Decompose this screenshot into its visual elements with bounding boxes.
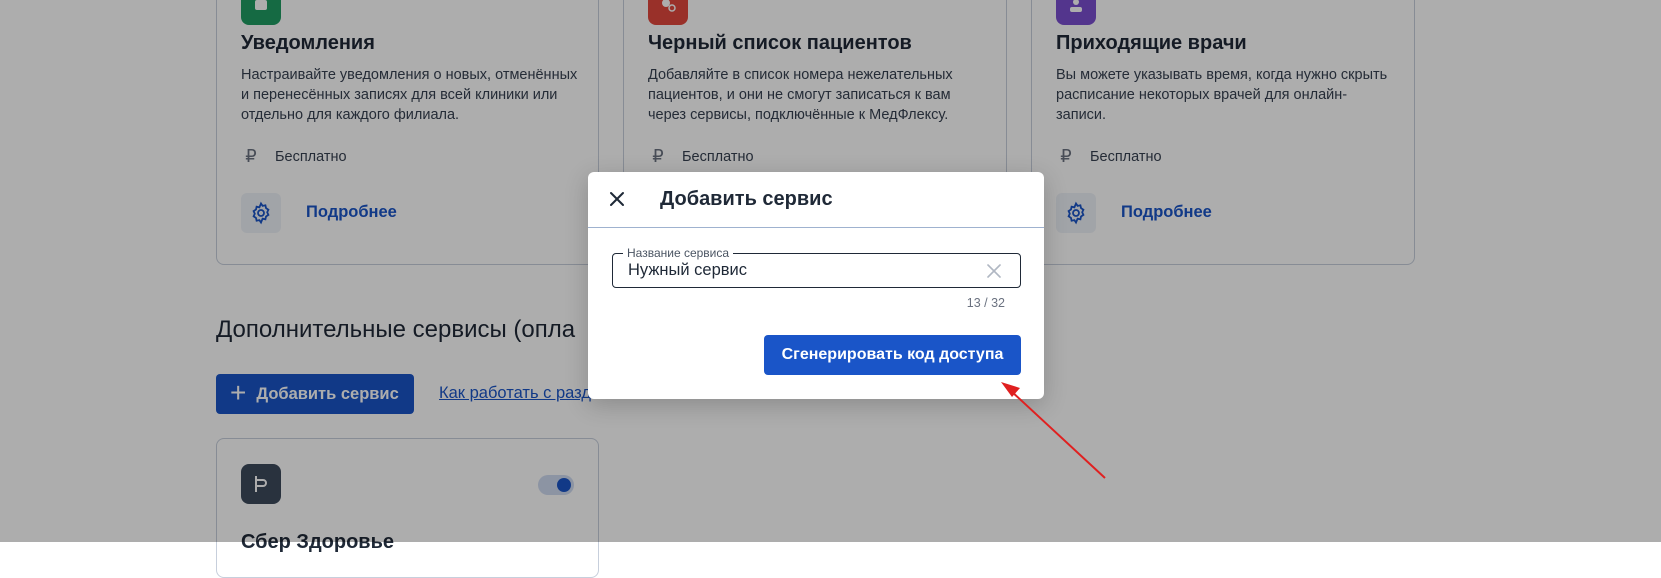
service-name-field: Название сервиса	[612, 246, 1021, 288]
generate-access-code-button[interactable]: Сгенерировать код доступа	[764, 335, 1021, 375]
clear-button[interactable]	[986, 263, 1002, 279]
close-button[interactable]	[604, 186, 630, 212]
service-name-label: Название сервиса	[623, 246, 734, 260]
add-service-dialog: Добавить сервис Название сервиса 13 / 32…	[588, 172, 1044, 399]
dialog-header: Добавить сервис	[588, 172, 1044, 228]
page-background: Уведомления Настраивайте уведомления о н…	[0, 0, 1661, 578]
close-icon	[610, 192, 624, 206]
clear-icon	[987, 264, 1001, 278]
service-name-input[interactable]	[628, 261, 978, 280]
character-counter: 13 / 32	[966, 296, 1005, 310]
dialog-title: Добавить сервис	[660, 188, 833, 210]
